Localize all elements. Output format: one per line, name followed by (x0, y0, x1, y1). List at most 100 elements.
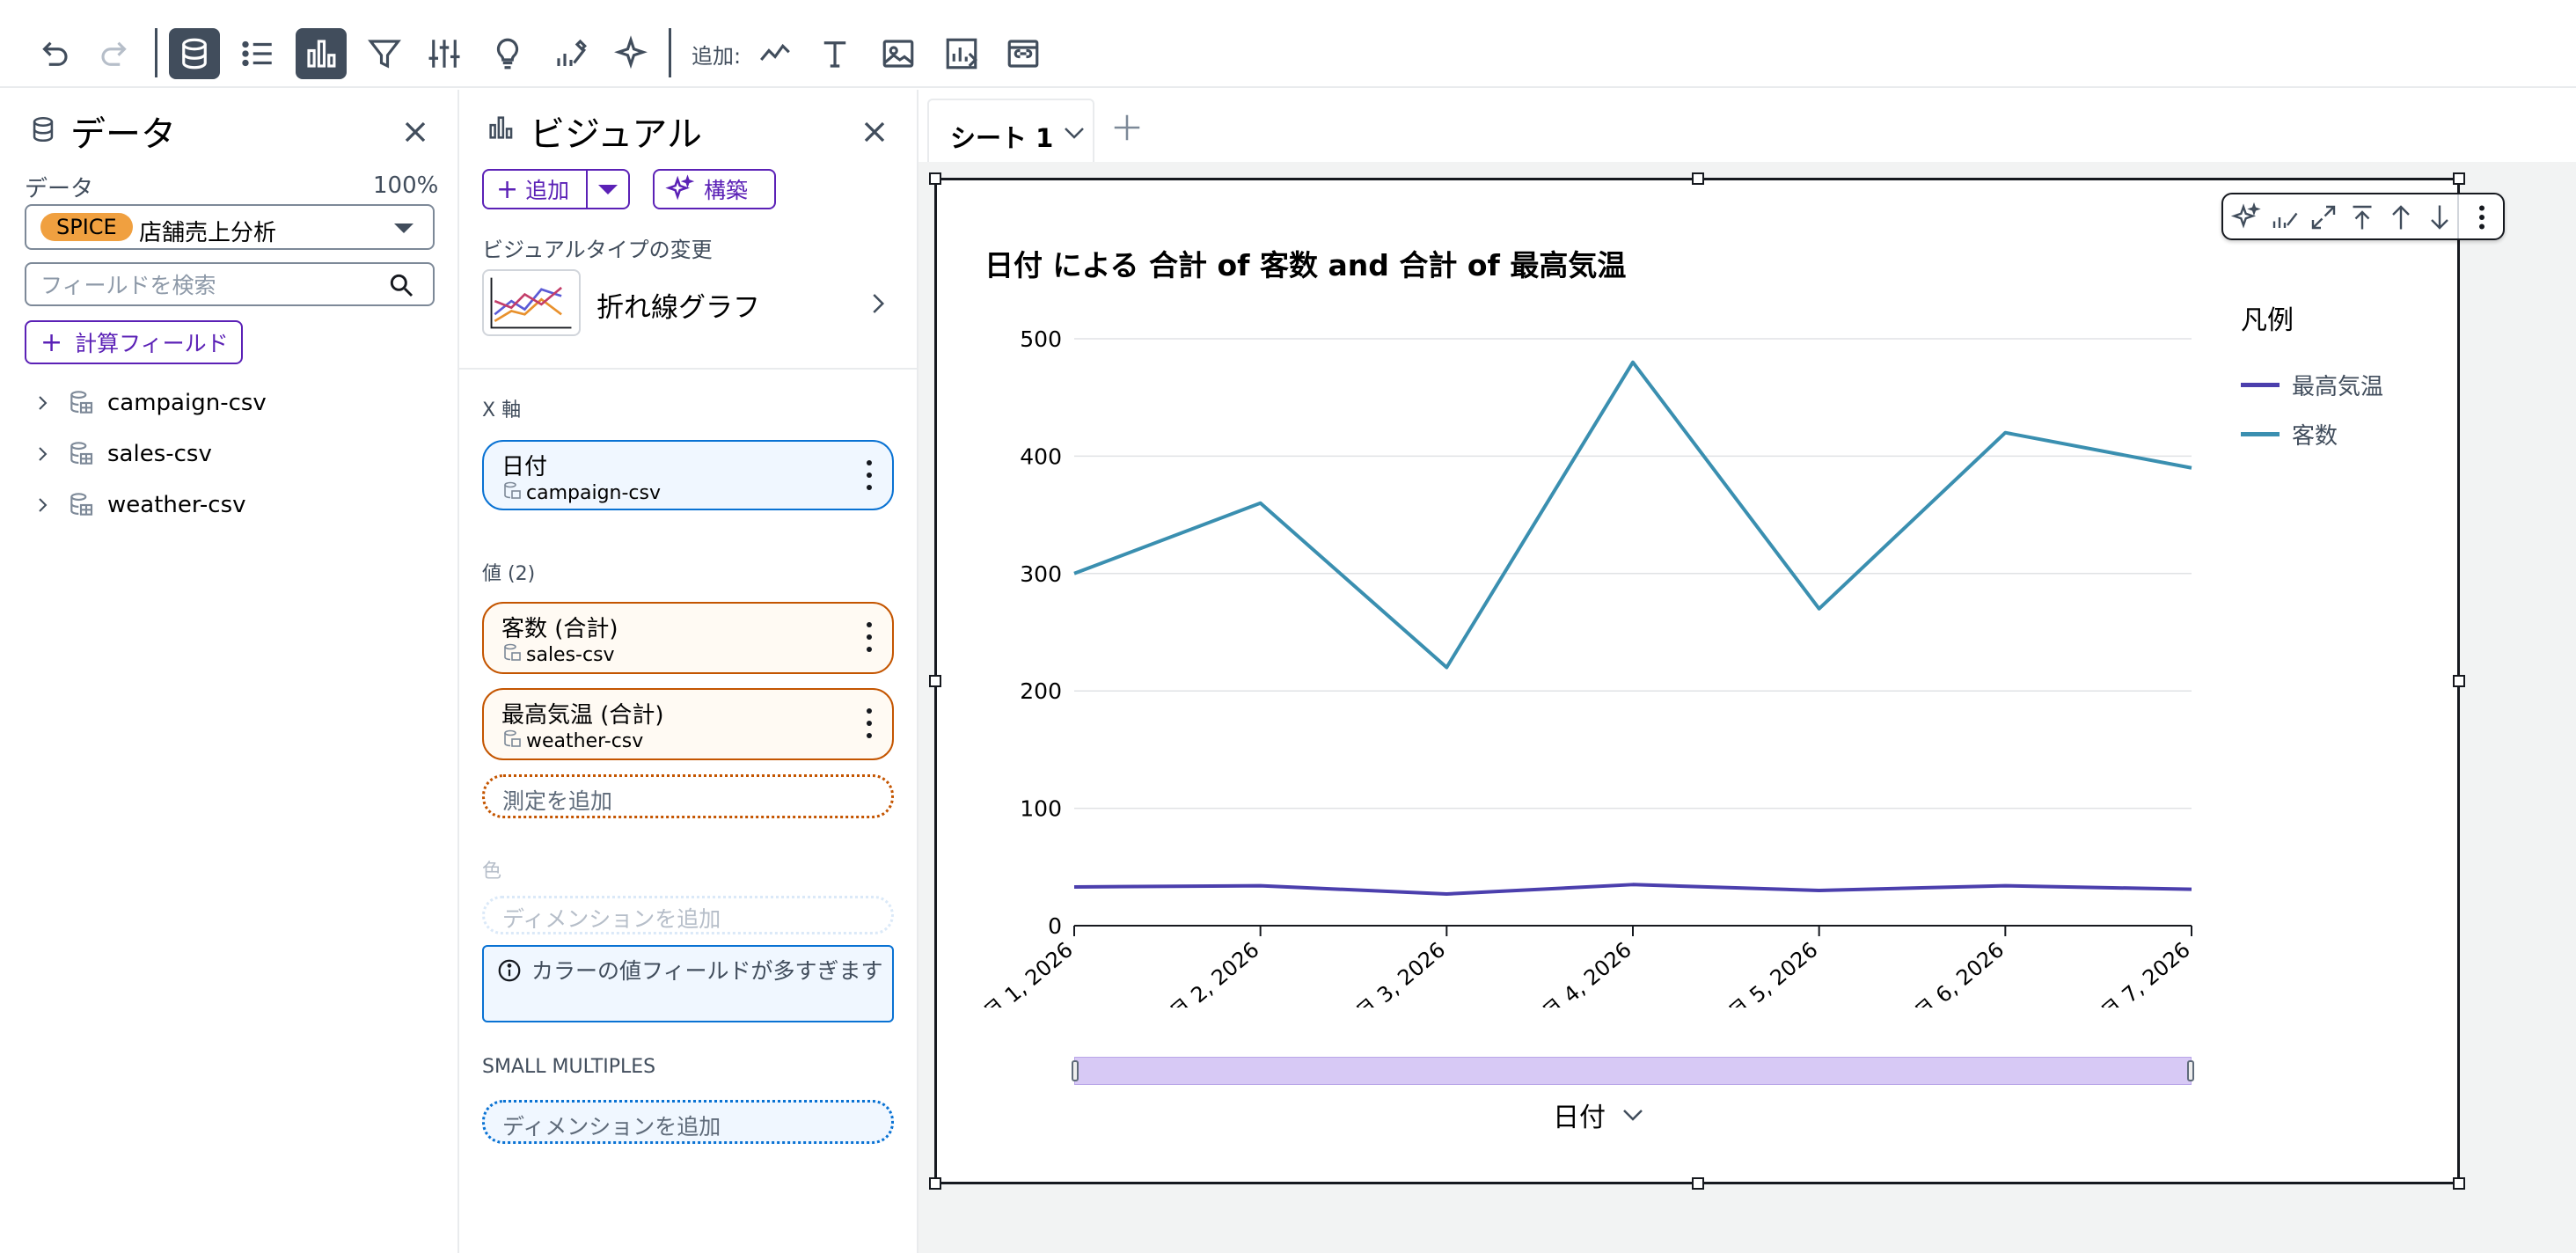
calc-field-button[interactable]: + 計算フィールド (25, 320, 243, 364)
redo-icon[interactable] (90, 28, 141, 79)
kebab-menu-icon[interactable] (866, 707, 873, 739)
field-search (25, 262, 435, 306)
add-label: 追加: (692, 44, 742, 69)
add-measure-drop[interactable]: 測定を追加 (482, 774, 894, 818)
move-down-icon[interactable] (2424, 202, 2455, 233)
legend-label: 客数 (2292, 423, 2338, 450)
insights-icon[interactable] (482, 28, 533, 79)
dataset-label: データ (25, 176, 94, 202)
legend-label: 最高気温 (2292, 374, 2384, 400)
kebab-menu-icon[interactable] (866, 621, 873, 653)
small-multiples-label: SMALL MULTIPLES (482, 1056, 656, 1078)
series-line-1 (1073, 360, 2192, 670)
expand-icon[interactable] (2308, 202, 2339, 233)
add-embed-chart-icon[interactable] (936, 28, 987, 79)
field-source: campaign-csv (526, 482, 661, 504)
x-axis-label: X 軸 (482, 399, 522, 421)
forecast-icon[interactable] (2269, 202, 2301, 233)
line-chart-icon (490, 277, 572, 329)
chevron-right-icon[interactable] (32, 392, 53, 414)
range-handle-right[interactable] (2187, 1060, 2194, 1081)
add-image-icon[interactable] (873, 28, 924, 79)
add-visual-button[interactable]: + 追加 (482, 169, 630, 209)
close-icon[interactable] (398, 114, 433, 150)
chevron-down-icon[interactable] (1620, 1102, 1646, 1128)
range-slider[interactable] (1072, 1057, 2194, 1085)
dataset-name: 店舗売上分析 (139, 220, 277, 246)
x-tick-label: 8月 6, 2026 (1899, 937, 2009, 1008)
data-panel: データ データ 100% SPICE 店舗売上分析 + 計算フィールド camp… (0, 90, 459, 1253)
add-measure-label: 測定を追加 (502, 788, 613, 814)
bar-chart-icon (486, 113, 516, 143)
dataset-item[interactable]: weather-csv (32, 487, 246, 523)
filter-icon[interactable] (359, 28, 410, 79)
value-field-well[interactable]: 最高気温 (合計) weather-csv (482, 688, 894, 760)
close-icon[interactable] (857, 114, 892, 150)
kebab-menu-icon[interactable] (866, 459, 873, 491)
caret-down-icon (394, 223, 413, 233)
data-panel-title: データ (70, 114, 176, 155)
search-icon[interactable] (387, 271, 415, 299)
controls-icon[interactable] (419, 28, 470, 79)
add-color-dimension-drop: ディメンションを追加 (482, 896, 894, 934)
info-icon (496, 957, 523, 984)
dataset-item-label: campaign-csv (107, 390, 267, 416)
undo-icon[interactable] (28, 28, 79, 79)
dataset-icon (501, 642, 523, 663)
chevron-down-icon[interactable] (1061, 120, 1087, 146)
caret-down-icon[interactable] (598, 185, 618, 194)
x-axis-field-well[interactable]: 日付 campaign-csv (482, 440, 894, 510)
chevron-right-icon[interactable] (32, 443, 53, 465)
chart-plot: 0 100 200 300 400 500 8月 1, 2026 8月 2, 2026 8月 3… (969, 326, 2195, 1008)
sparkle-icon[interactable] (605, 28, 656, 79)
field-search-input[interactable] (40, 271, 375, 299)
dataset-icon (501, 729, 523, 750)
x-tick-label: 8月 1, 2026 (969, 937, 1078, 1008)
color-info-text: カラーの値フィールドが多すぎます (531, 958, 883, 984)
add-small-multiples-drop[interactable]: ディメンションを追加 (482, 1100, 894, 1144)
kebab-menu-icon[interactable] (2466, 202, 2498, 233)
dataset-item[interactable]: sales-csv (32, 436, 212, 472)
dataset-icon (501, 480, 523, 502)
legend-item[interactable]: 最高気温 (2241, 369, 2383, 401)
add-dimension-disabled-label: ディメンションを追加 (502, 906, 721, 932)
add-dimension-label: ディメンションを追加 (502, 1114, 721, 1139)
y-tick-label: 200 (1020, 678, 1062, 704)
add-text-icon[interactable] (809, 28, 860, 79)
build-button[interactable]: 構築 (653, 169, 776, 209)
forecast-icon[interactable] (545, 28, 596, 79)
add-link-icon[interactable] (998, 28, 1049, 79)
value-field-well[interactable]: 客数 (合計) sales-csv (482, 602, 894, 674)
range-handle-left[interactable] (1072, 1060, 1079, 1081)
field-source: sales-csv (526, 644, 615, 666)
x-tick-label: 8月 7, 2026 (2086, 937, 2195, 1008)
line-chart-visual[interactable]: 日付 による 合計 of 客数 and 合計 of 最高気温 0 100 200 30… (929, 172, 2505, 1190)
add-line-icon[interactable] (750, 28, 801, 79)
tab-sheet-1[interactable]: シート 1 (927, 99, 1094, 162)
dataset-item[interactable]: campaign-csv (32, 385, 267, 421)
move-up-icon[interactable] (2385, 202, 2417, 233)
plus-icon: + (496, 173, 519, 205)
dataset-select[interactable]: SPICE 店舗売上分析 (25, 204, 435, 250)
y-tick-label: 0 (1048, 913, 1062, 939)
x-axis-title[interactable]: 日付 (1553, 1095, 1646, 1134)
legend-item[interactable]: 客数 (2241, 418, 2338, 451)
visual-panel-icon[interactable] (296, 28, 347, 79)
data-panel-icon[interactable] (169, 28, 220, 79)
x-tick-label: 8月 3, 2026 (1341, 937, 1450, 1008)
dataset-percent: 100% (373, 172, 439, 199)
dataset-icon (67, 491, 95, 519)
sparkle-icon[interactable] (2230, 202, 2262, 233)
chevron-right-icon[interactable] (32, 495, 53, 516)
visual-type-thumbnail[interactable] (482, 269, 581, 336)
plus-icon: + (40, 326, 63, 358)
field-name: 日付 (501, 454, 548, 480)
y-tick-label: 300 (1020, 561, 1062, 587)
y-tick-label: 100 (1020, 796, 1062, 822)
visual-type-name[interactable]: 折れ線グラフ (596, 285, 760, 325)
bring-to-front-icon[interactable] (2346, 202, 2378, 233)
chevron-right-icon[interactable] (864, 290, 890, 317)
list-icon[interactable] (232, 28, 283, 79)
add-sheet-icon[interactable] (1110, 111, 1144, 144)
x-tick-label: 8月 4, 2026 (1527, 937, 1636, 1008)
